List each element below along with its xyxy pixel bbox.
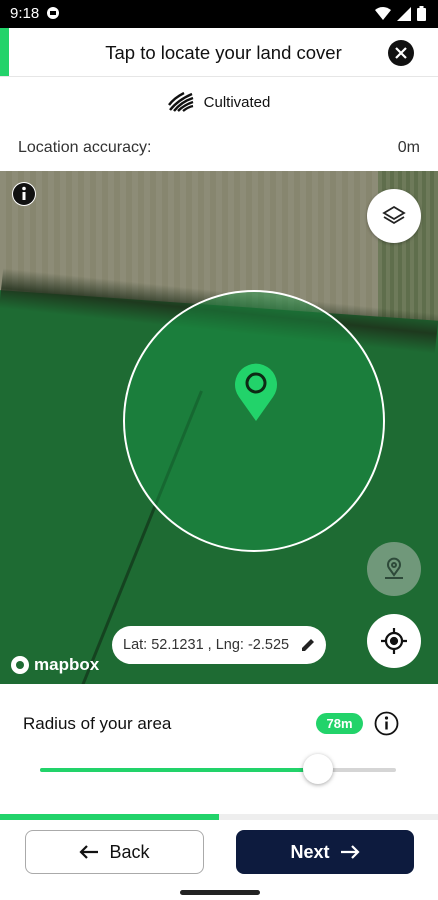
layers-icon <box>382 205 406 225</box>
arrow-right-icon <box>340 845 360 859</box>
radius-value-badge: 78m <box>316 713 363 734</box>
map-layers-button[interactable] <box>367 189 421 243</box>
notification-icon <box>46 6 60 24</box>
location-accuracy-label: Location accuracy: <box>18 139 152 156</box>
back-button[interactable]: Back <box>25 830 204 874</box>
close-button[interactable] <box>388 40 414 66</box>
map-info-button[interactable] <box>12 182 36 206</box>
edit-icon[interactable] <box>300 637 316 653</box>
mapbox-attribution: mapbox <box>10 655 99 675</box>
radius-panel: Radius of your area 78m <box>0 684 438 814</box>
system-icons <box>375 6 426 21</box>
saved-location-icon <box>385 557 403 579</box>
arrow-left-icon <box>79 845 99 859</box>
battery-icon <box>417 6 426 21</box>
location-accuracy-value: 0m <box>397 139 420 156</box>
wifi-icon <box>375 6 391 20</box>
radius-slider-thumb[interactable] <box>302 754 333 784</box>
close-icon <box>395 47 407 59</box>
signal-icon <box>397 6 411 21</box>
field-rows-icon <box>167 92 194 112</box>
footer: Back Next <box>0 820 438 900</box>
back-button-label: Back <box>109 841 150 862</box>
crosshair-icon <box>381 628 407 654</box>
status-bar: 9:18 <box>0 0 438 28</box>
radius-slider[interactable] <box>40 754 396 784</box>
coordinates-pill[interactable]: Lat: 52.1231 , Lng: -2.525 <box>112 626 326 664</box>
coordinates-text: Lat: 52.1231 , Lng: -2.525 <box>123 637 290 653</box>
radius-slider-fill <box>40 768 318 772</box>
page-title: Tap to locate your land cover <box>105 42 342 63</box>
mapbox-logo-icon <box>11 656 29 674</box>
home-indicator <box>180 890 260 895</box>
cover-type-row: Cultivated <box>0 76 438 128</box>
cover-type-label: Cultivated <box>203 93 271 111</box>
mapbox-label: mapbox <box>34 655 100 674</box>
saved-location-button[interactable] <box>367 542 421 596</box>
next-button-label: Next <box>290 841 330 862</box>
satellite-map[interactable]: Lat: 52.1231 , Lng: -2.525 mapbox <box>0 171 438 684</box>
next-button[interactable]: Next <box>236 830 414 874</box>
radius-info-icon[interactable] <box>374 711 399 736</box>
radius-label: Radius of your area <box>23 714 172 733</box>
location-pin-icon[interactable] <box>232 361 280 423</box>
location-accuracy-row: Location accuracy: 0m <box>0 127 438 171</box>
info-icon <box>13 183 35 205</box>
status-time: 9:18 <box>10 5 40 22</box>
locate-me-button[interactable] <box>367 614 421 668</box>
header: Tap to locate your land cover <box>0 28 438 76</box>
